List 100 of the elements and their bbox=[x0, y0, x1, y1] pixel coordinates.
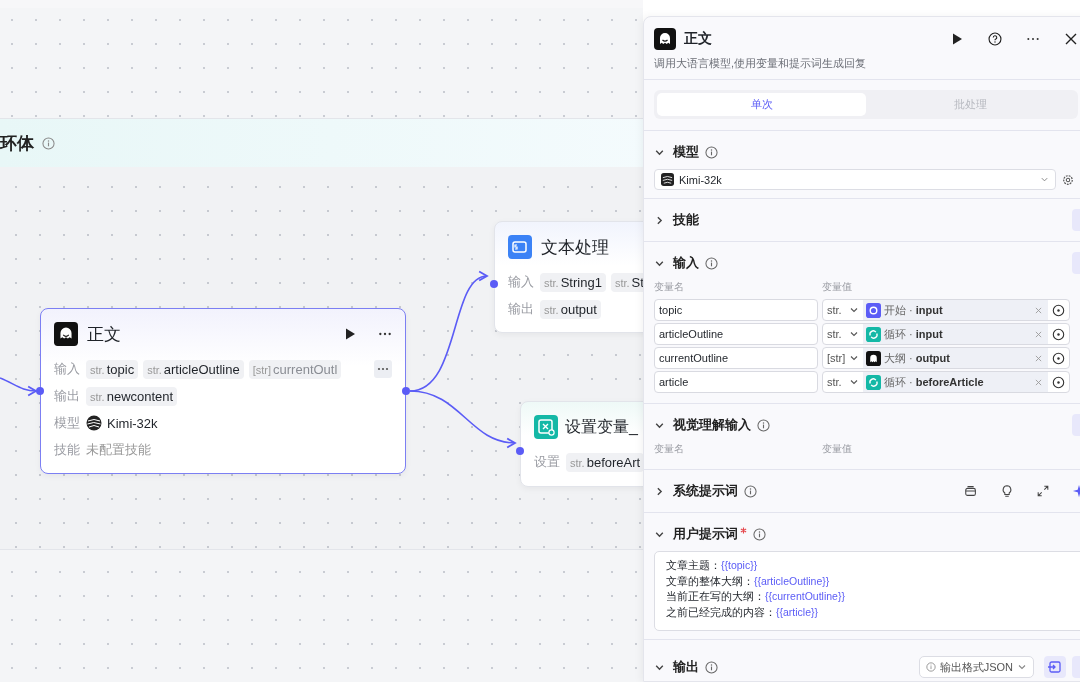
caret-icon[interactable] bbox=[849, 329, 859, 339]
section-title: 输出 bbox=[673, 658, 699, 676]
caret-icon bbox=[1017, 662, 1027, 672]
variable-chip: str.topic bbox=[86, 359, 139, 379]
play-icon[interactable] bbox=[343, 327, 357, 341]
model-select[interactable]: Kimi-32k bbox=[654, 169, 1056, 190]
column-header: 变量名 bbox=[654, 442, 685, 456]
row-label: 输出 bbox=[54, 387, 81, 405]
ghost-icon bbox=[654, 28, 676, 50]
output-format-select[interactable]: 输出格式JSON bbox=[918, 656, 1034, 678]
variable-name-field[interactable]: topic bbox=[654, 299, 818, 321]
model-name: Kimi-32k bbox=[107, 415, 158, 431]
prompt-text: 当前正在写的大纲： bbox=[666, 590, 765, 602]
info-icon[interactable] bbox=[744, 484, 757, 498]
target-icon[interactable] bbox=[1052, 303, 1065, 317]
section-title: 输入 bbox=[673, 254, 699, 272]
node-icon bbox=[866, 350, 881, 366]
play-icon[interactable] bbox=[950, 32, 964, 46]
prompt-variable: {{topic}} bbox=[721, 559, 758, 571]
expand-icon[interactable] bbox=[1036, 484, 1050, 498]
import-icon[interactable] bbox=[1044, 656, 1066, 678]
prompt-variable: {{currentOutline}} bbox=[765, 590, 845, 602]
variable-chip: str.articleOutline bbox=[143, 359, 244, 379]
row-label: 输入 bbox=[54, 360, 81, 378]
info-icon[interactable] bbox=[705, 256, 718, 270]
reference-tag[interactable]: 循环 · beforeArticle bbox=[863, 372, 1048, 392]
section-title: 视觉理解输入 bbox=[673, 416, 751, 434]
reference-tag[interactable]: 大纲 · output bbox=[863, 348, 1048, 368]
settings-icon[interactable] bbox=[1062, 173, 1074, 186]
node-icon bbox=[866, 374, 881, 390]
output-port[interactable] bbox=[402, 387, 410, 395]
caret-icon[interactable] bbox=[849, 377, 859, 387]
column-header: 变量值 bbox=[822, 280, 852, 294]
section-title: 模型 bbox=[673, 143, 699, 161]
info-icon[interactable] bbox=[757, 418, 770, 432]
variable-name-field[interactable]: currentOutline bbox=[654, 347, 818, 369]
info-icon[interactable] bbox=[705, 660, 718, 674]
input-port[interactable] bbox=[516, 447, 524, 455]
target-icon[interactable] bbox=[1052, 327, 1065, 341]
info-icon[interactable] bbox=[42, 136, 55, 150]
connector-arrow bbox=[0, 377, 37, 397]
variable-value-field[interactable]: str. 循环 · input bbox=[822, 323, 1070, 345]
variable-value-field[interactable]: [str] 大纲 · output bbox=[822, 347, 1070, 369]
reference-tag[interactable]: 开始 · input bbox=[863, 300, 1048, 320]
panel-description: 调用大语言模型,使用变量和提示词生成回复 bbox=[654, 56, 868, 71]
variable-chip: str.String1 bbox=[540, 272, 606, 292]
target-icon[interactable] bbox=[1052, 375, 1065, 389]
row-label: 技能 bbox=[54, 441, 81, 459]
target-icon[interactable] bbox=[1052, 351, 1065, 365]
prompt-text: 文章主题： bbox=[666, 559, 721, 571]
node-icon bbox=[866, 326, 881, 342]
row-label: 输入 bbox=[508, 273, 535, 291]
prompt-text: 之前已经完成的内容： bbox=[666, 605, 776, 618]
variable-name-field[interactable]: article bbox=[654, 371, 818, 393]
reference-tag[interactable]: 循环 · input bbox=[863, 324, 1048, 344]
ghost-icon bbox=[54, 322, 78, 346]
type-select[interactable]: str. bbox=[823, 376, 847, 388]
lightbulb-icon[interactable] bbox=[1000, 484, 1014, 498]
caret-icon[interactable] bbox=[849, 353, 859, 363]
caret-icon bbox=[1040, 175, 1049, 184]
input-port[interactable] bbox=[36, 387, 44, 395]
variable-chip: str.output bbox=[540, 299, 601, 319]
row-label: 设置 bbox=[534, 453, 561, 471]
info-icon[interactable] bbox=[705, 145, 718, 159]
model-logo-icon bbox=[661, 173, 674, 186]
caret-icon[interactable] bbox=[849, 305, 859, 315]
panel-title: 正文 bbox=[684, 30, 712, 48]
variable-icon bbox=[534, 415, 558, 439]
variable-name-field[interactable]: articleOutline bbox=[654, 323, 818, 345]
section-title: 系统提示词 bbox=[673, 482, 738, 500]
close-icon[interactable] bbox=[1064, 32, 1078, 46]
variable-chip: [str]currentOutl bbox=[248, 359, 342, 379]
variable-value-field[interactable]: str. 循环 · beforeArticle bbox=[822, 371, 1070, 393]
prompt-editor[interactable]: 文章主题：{{topic}} 文章的整体大纲：{{articleOutline}} 当前正在写的大纲：{{currentOutline}} 之前已经完成的内容：{{article}} bbox=[654, 551, 1080, 631]
variable-chip: str.St bbox=[610, 272, 643, 292]
type-select[interactable]: [str] bbox=[823, 352, 847, 364]
variable-chip: str.beforeArt bbox=[566, 452, 643, 472]
node-title: 设置变量_ bbox=[565, 416, 638, 437]
model-logo-icon bbox=[86, 415, 102, 431]
info-icon bbox=[925, 662, 936, 672]
type-select[interactable]: str. bbox=[823, 304, 847, 316]
node-icon bbox=[866, 302, 881, 318]
help-icon[interactable] bbox=[988, 32, 1002, 46]
text-icon bbox=[508, 235, 532, 259]
node-title: 正文 bbox=[87, 323, 121, 346]
loop-title: 环体 bbox=[0, 132, 34, 155]
section-title: 技能 bbox=[673, 211, 699, 229]
row-label: 输出 bbox=[508, 300, 535, 318]
skills-value: 未配置技能 bbox=[86, 441, 151, 459]
library-icon[interactable] bbox=[964, 484, 978, 498]
node-title: 文本处理 bbox=[541, 236, 609, 259]
variable-chip: str.newcontent bbox=[86, 386, 178, 406]
info-icon[interactable] bbox=[753, 527, 766, 541]
mode-tab[interactable]: 单次 bbox=[657, 93, 866, 116]
column-header: 变量值 bbox=[822, 442, 852, 456]
input-port[interactable] bbox=[490, 280, 498, 288]
prompt-variable: {{article}} bbox=[776, 605, 819, 618]
type-select[interactable]: str. bbox=[823, 328, 847, 340]
variable-value-field[interactable]: str. 开始 · input bbox=[822, 299, 1070, 321]
prompt-text: 文章的整体大纲： bbox=[666, 574, 754, 587]
